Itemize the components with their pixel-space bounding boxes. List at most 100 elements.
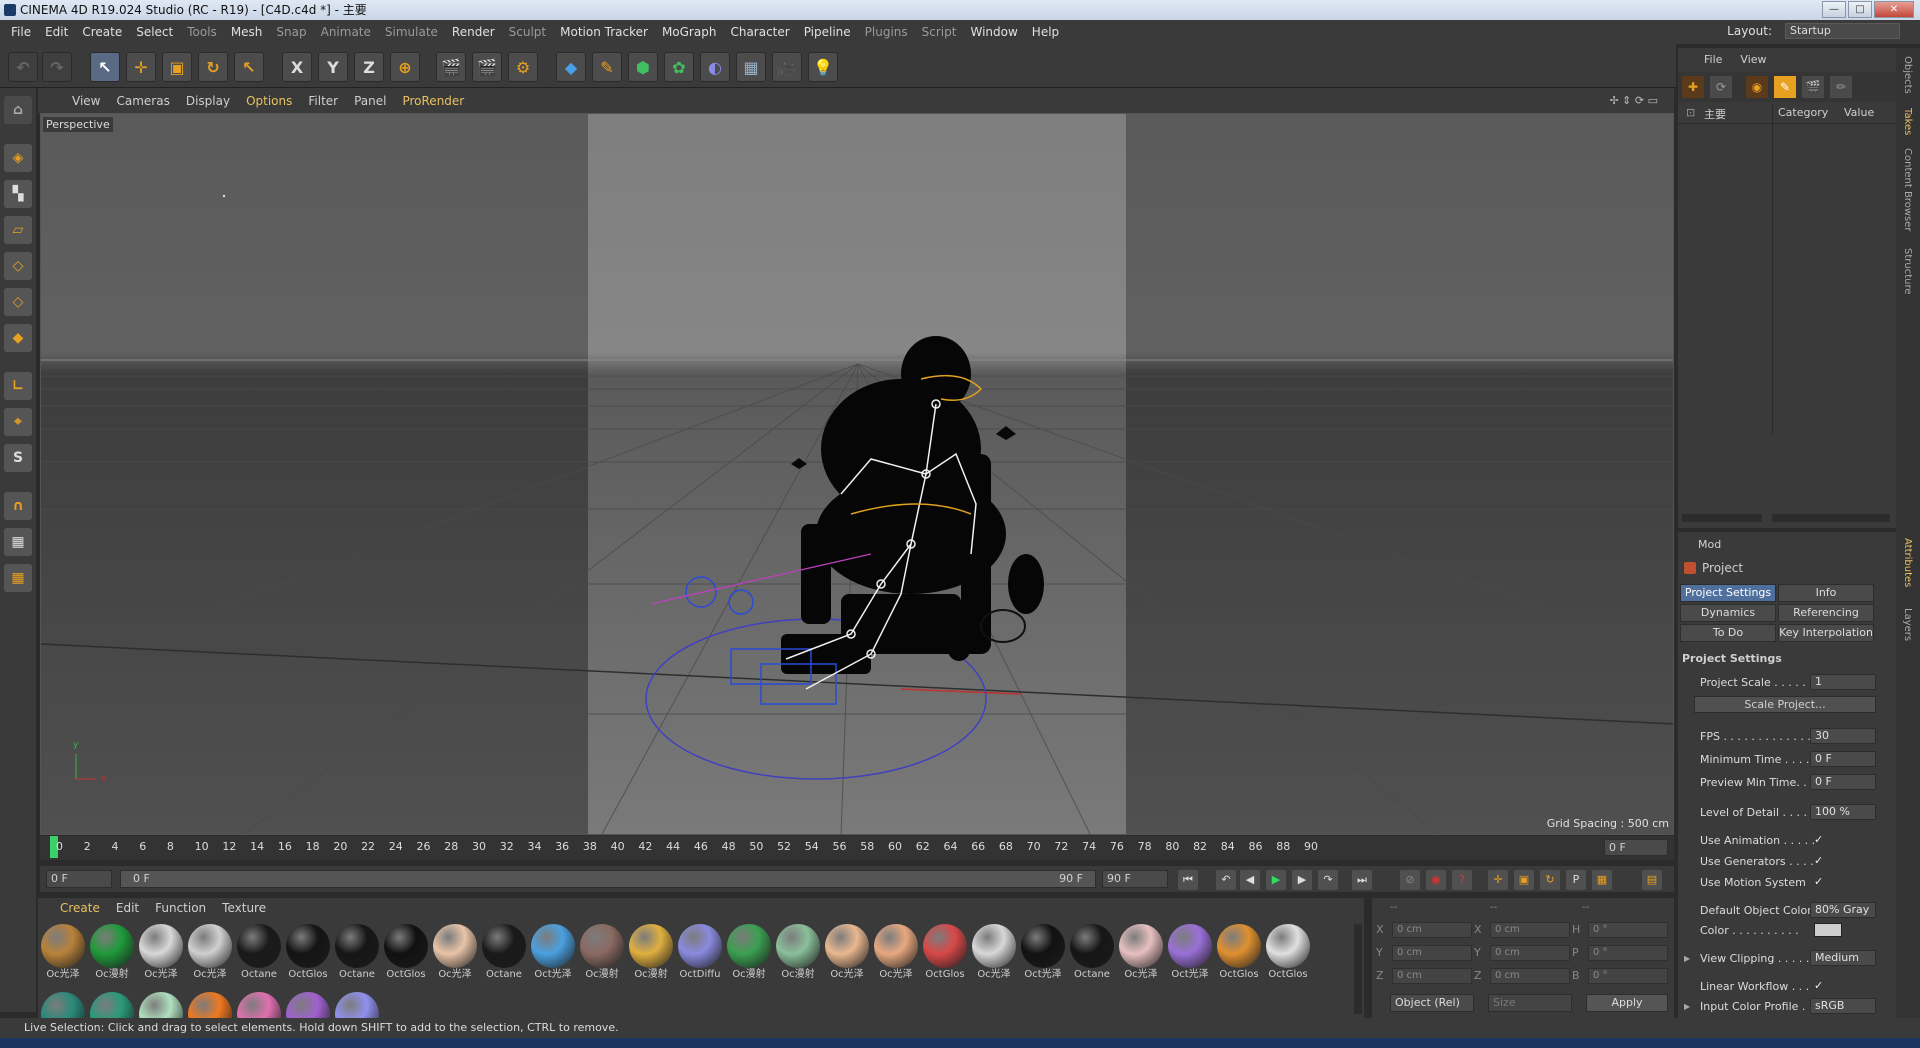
use-generators-checkbox[interactable]: ✓ (1814, 855, 1826, 867)
material-swatch[interactable]: Octane (334, 924, 380, 982)
viewport-menu-panel[interactable]: Panel (346, 94, 394, 108)
coord-value-field[interactable]: 0 cm (1392, 968, 1472, 984)
menu-plugins[interactable]: Plugins (858, 25, 915, 39)
view-clipping-select[interactable]: Medium (1810, 950, 1876, 966)
camera-icon[interactable]: 🎥 (772, 52, 802, 82)
takes-override-icon[interactable]: ✎ (1774, 76, 1796, 98)
material-swatch[interactable]: OctGlos (1265, 924, 1311, 982)
key-scale-icon[interactable]: ▣ (1514, 870, 1534, 890)
snap-icon[interactable]: ∩ (4, 492, 32, 520)
viewport-menu-cameras[interactable]: Cameras (108, 94, 177, 108)
menu-render[interactable]: Render (445, 25, 502, 39)
material-swatch[interactable]: Oc光泽 (1118, 924, 1164, 982)
object-column-main[interactable]: 主要 (1704, 106, 1726, 122)
record-keys-icon[interactable]: ⊘ (1400, 870, 1420, 890)
material-swatch[interactable]: Oc漫射 (89, 924, 135, 982)
spline-pen-icon[interactable]: ✎ (592, 52, 622, 82)
polygons-mode-icon[interactable]: ◆ (4, 324, 32, 352)
object-menu-file[interactable]: File (1704, 53, 1722, 66)
material-swatch[interactable]: Oc光泽 (971, 924, 1017, 982)
menu-character[interactable]: Character (723, 25, 796, 39)
z-axis-lock-button[interactable]: Z (354, 52, 384, 82)
attribute-mode-menu[interactable]: Mod (1698, 538, 1721, 551)
menu-tools[interactable]: Tools (180, 25, 224, 39)
coordinate-mode-select[interactable]: Object (Rel) (1390, 994, 1474, 1012)
material-menu-texture[interactable]: Texture (222, 901, 266, 915)
workplane-mode-icon[interactable]: ▱ (4, 216, 32, 244)
model-mode-icon[interactable]: ◈ (4, 144, 32, 172)
make-editable-icon[interactable]: ⌂ (4, 96, 32, 124)
render-to-picture-viewer-icon[interactable]: 🎬 (472, 52, 502, 82)
material-swatch[interactable] (285, 992, 331, 1018)
tab-dynamics[interactable]: Dynamics (1680, 604, 1776, 622)
material-menu-function[interactable]: Function (155, 901, 206, 915)
default-object-color-select[interactable]: 80% Gray (1810, 902, 1876, 918)
menu-sculpt[interactable]: Sculpt (502, 25, 553, 39)
previous-frame-icon[interactable]: ◀ (1240, 870, 1260, 890)
next-key-icon[interactable]: ↷ (1318, 870, 1338, 890)
fps-field[interactable]: 30 (1810, 728, 1876, 744)
previous-key-icon[interactable]: ↶ (1216, 870, 1236, 890)
key-parameter-icon[interactable]: P (1566, 870, 1586, 890)
viewport-menu-display[interactable]: Display (178, 94, 238, 108)
close-button[interactable]: ✕ (1874, 1, 1914, 18)
current-frame-field[interactable]: 0 F (1604, 839, 1668, 856)
material-menu-edit[interactable]: Edit (116, 901, 139, 915)
material-swatch[interactable]: Octane (481, 924, 527, 982)
menu-mograph[interactable]: MoGraph (655, 25, 724, 39)
rotate-icon[interactable]: ↻ (198, 52, 228, 82)
takes-auto-icon[interactable]: ◉ (1746, 76, 1768, 98)
subdivision-surface-icon[interactable]: ⬢ (628, 52, 658, 82)
takes-lock-icon[interactable]: ✏ (1830, 76, 1852, 98)
menu-snap[interactable]: Snap (269, 25, 313, 39)
view-clipping-expand-icon[interactable]: ▶ (1684, 954, 1690, 963)
input-color-profile-select[interactable]: sRGB (1810, 998, 1876, 1014)
menu-pipeline[interactable]: Pipeline (797, 25, 858, 39)
apply-button[interactable]: Apply (1586, 994, 1668, 1012)
material-swatch[interactable]: Oc光泽 (187, 924, 233, 982)
material-swatch[interactable]: Oc漫射 (628, 924, 674, 982)
light-icon[interactable]: 💡 (808, 52, 838, 82)
material-swatch[interactable]: OctGlos (285, 924, 331, 982)
preview-min-time-field[interactable]: 0 F (1810, 774, 1876, 790)
material-swatch[interactable]: Oct光泽 (1020, 924, 1066, 982)
deformer-icon[interactable]: ◐ (700, 52, 730, 82)
tree-expand-icon[interactable]: ⊡ (1686, 106, 1695, 119)
material-swatch[interactable]: Oc漫射 (775, 924, 821, 982)
material-swatch[interactable]: OctGlos (922, 924, 968, 982)
menu-help[interactable]: Help (1025, 25, 1066, 39)
key-rotation-icon[interactable]: ↻ (1540, 870, 1560, 890)
render-settings-icon[interactable]: ⚙ (508, 52, 538, 82)
play-icon[interactable]: ▶ (1266, 870, 1286, 890)
tab-key-interpolation[interactable]: Key Interpolation (1778, 624, 1874, 642)
menu-edit[interactable]: Edit (38, 25, 75, 39)
autokey-icon[interactable]: ◉ (1426, 870, 1446, 890)
material-swatch[interactable] (334, 992, 380, 1018)
undo-icon[interactable]: ↶ (8, 52, 38, 82)
minimum-time-field[interactable]: 0 F (1810, 751, 1876, 767)
material-swatch[interactable]: Octane (236, 924, 282, 982)
timeline-ruler[interactable]: 0 2 4 6 8 10 12 14 16 18 20 22 24 26 28 30 32 34 36 38 40 42 4… (40, 836, 1674, 860)
maximize-button[interactable]: □ (1848, 1, 1872, 18)
coord-value-field[interactable]: 0 cm (1490, 968, 1570, 984)
coord-value-field[interactable]: 0 ° (1588, 922, 1668, 938)
coord-value-field[interactable]: 0 cm (1392, 945, 1472, 961)
use-animation-checkbox[interactable]: ✓ (1814, 834, 1826, 846)
tab-info[interactable]: Info (1778, 584, 1874, 602)
material-swatch[interactable]: Oc漫射 (579, 924, 625, 982)
side-tab-attributes[interactable]: Attributes (1902, 538, 1913, 587)
linear-workflow-checkbox[interactable]: ✓ (1814, 980, 1826, 992)
coord-value-field[interactable]: 0 cm (1490, 945, 1570, 961)
material-scrollbar[interactable] (1354, 924, 1362, 1014)
coord-value-field[interactable]: 0 ° (1588, 945, 1668, 961)
minimize-button[interactable]: — (1822, 1, 1846, 18)
coord-value-field[interactable]: 0 ° (1588, 968, 1668, 984)
live-selection-icon[interactable]: ↖ (90, 52, 120, 82)
move-icon[interactable]: ✛ (126, 52, 156, 82)
material-swatch[interactable]: OctGlos (383, 924, 429, 982)
material-swatch[interactable]: OctDiffu (677, 924, 723, 982)
side-tab-takes[interactable]: Takes (1902, 108, 1913, 135)
tab-project-settings[interactable]: Project Settings (1680, 584, 1776, 602)
material-swatch[interactable]: Oc光泽 (138, 924, 184, 982)
menu-file[interactable]: File (4, 25, 38, 39)
